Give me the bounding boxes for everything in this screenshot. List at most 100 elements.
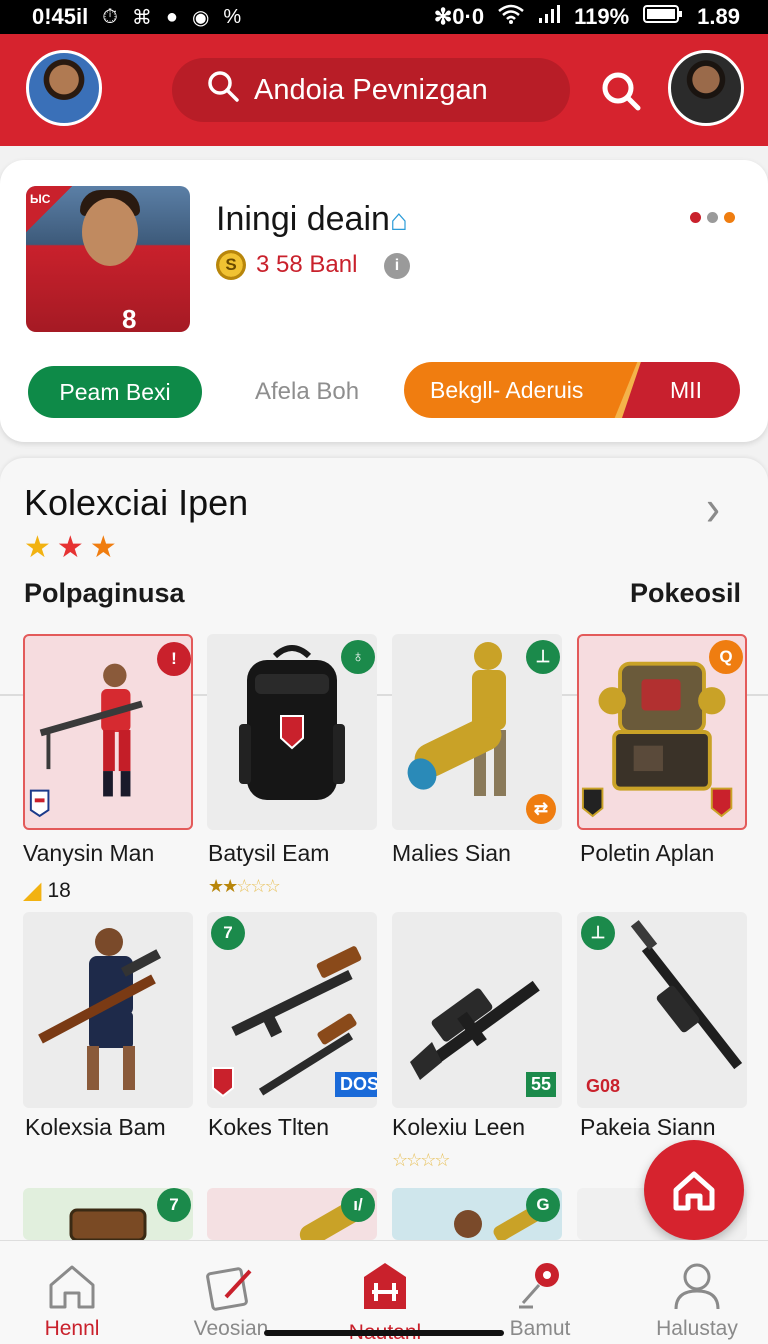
battery-percent: 119% [574,4,630,29]
nav-item-home[interactable]: Hennl [22,1241,122,1344]
item-name: Kolexiu Leen [392,1114,525,1140]
star-icon: ★ [24,531,51,564]
nav-label: Veosian [193,1317,269,1340]
item-name: Kolexsia Bam [25,1114,166,1140]
item-name: Batysil Eam [208,840,330,866]
home-icon [673,1171,715,1211]
circle-icon: ● [165,5,178,28]
photo-corner-badge: ЫС [26,186,72,232]
status-right-time: 1.89 [697,4,740,29]
bottom-navigation: Hennl Veosian Nautanl Bamut Halustay [0,1240,768,1344]
nav-item-profile[interactable]: Halustay [642,1241,752,1344]
banana-icon: ◢ [23,877,42,904]
friend-avatar[interactable] [668,50,744,126]
coin-balance-text: 3 58 Banl [256,251,358,278]
item-rating: ☆☆☆☆ [392,1150,451,1170]
item-count: ◢ 18 [23,876,71,905]
search-button-icon[interactable] [598,68,644,114]
swap-icon: ⇄ [526,794,556,824]
profile-card: ЫС 8 Iningi deain⌂ S 3 58 Banl i Peam Be… [0,160,768,442]
item-name: Kokes Tlten [208,1114,330,1140]
nav-label: Hennl [44,1317,100,1340]
item-rating: ★★☆☆☆ [208,876,281,896]
item-name: Vanysin Man [23,840,155,866]
section-label-left: Polpaginusa [24,578,185,608]
nav-label: Bamut [509,1317,571,1340]
item-name: Malies Sian [392,840,511,866]
item-badge: Q [709,640,743,674]
percent-icon: % [223,5,242,28]
rating-stars: ★ ★ ★ [24,530,117,565]
more-options-icon[interactable] [690,212,735,223]
item-tag: 55 [526,1072,557,1097]
pin-icon [519,1263,559,1309]
coin-icon: S [216,250,246,280]
item-card[interactable]: Q [577,634,747,830]
nav-label: Halustay [656,1317,738,1340]
user-avatar[interactable] [26,50,102,126]
item-card[interactable]: ! [23,634,193,830]
home-badge-icon: ⌂ [389,204,409,237]
item-card[interactable]: 7 [23,1188,193,1240]
item-badge: ! [157,642,191,676]
item-badge: 7 [157,1188,191,1222]
item-badge: 7 [211,916,245,950]
home-fab-button[interactable] [644,1140,744,1240]
gunner-figure-image [38,928,162,1090]
item-card[interactable] [23,912,193,1108]
shop-icon [364,1263,406,1309]
star-icon: ★ [56,531,84,564]
red-action-button[interactable]: MII [622,362,740,418]
item-name: Pakeia Siann [580,1114,716,1140]
item-badge: ı/ [341,1188,375,1222]
status-time: 0!45il [32,4,89,29]
chevron-right-icon[interactable]: › [706,479,720,537]
item-badge: ⊥ [526,640,560,674]
item-tag: G08 [586,1076,621,1096]
item-card[interactable]: 7 DOS [207,912,377,1108]
item-name: Poletin Aplan [580,840,715,866]
coin-balance: S 3 58 Banl [216,250,357,280]
jersey-number: 8 [122,304,137,332]
item-badge: G [526,1188,560,1222]
item-badge: ⊥ [581,916,615,950]
item-card[interactable]: 55 [392,912,562,1108]
item-card[interactable]: G [392,1188,562,1240]
team-button[interactable]: Peam Bexi [28,366,202,418]
item-card[interactable]: ⊥ ⇄ [392,634,562,830]
player-name: Iningi deain⌂ [216,200,408,239]
nav-item-map[interactable]: Bamut [490,1241,590,1344]
collection-title: Kolexciai Ipen [24,482,249,523]
wifi-icon [498,4,524,30]
player-photo[interactable]: ЫС 8 [26,186,190,332]
signal-icon [538,4,561,30]
search-bar[interactable]: Andoia Pevnizgan [172,58,570,122]
home-icon [49,1265,95,1309]
app-header: Andoia Pevnizgan [0,34,768,146]
item-badge: ♁ [341,640,375,674]
nfc-icon: ⌘ [131,6,152,29]
compass-icon: ◉ [191,6,210,29]
orange-action-button[interactable]: Bekgll- Aderuis [404,362,648,418]
status-indicators: ✻0·0 [433,4,485,29]
item-card[interactable]: ı/ [207,1188,377,1240]
profile-icon [674,1263,720,1310]
nav-item-shop[interactable]: Nautanl [330,1241,440,1344]
secondary-link[interactable]: Afela Boh [255,378,359,406]
section-label-right[interactable]: Pokeosil [630,578,741,609]
item-count-value: 18 [47,878,71,902]
search-text: Andoia Pevnizgan [254,73,488,106]
timer-icon: ⏱ [102,5,118,28]
player-name-text: Iningi deain [216,200,390,238]
star-icon: ★ [89,531,117,564]
item-tag: DOS [335,1072,377,1097]
item-card[interactable]: ♁ [207,634,377,830]
nav-item-edit[interactable]: Veosian [176,1241,286,1344]
battery-icon [643,4,683,30]
item-card[interactable]: ⊥ G08 [577,912,747,1108]
info-icon[interactable]: i [384,253,410,279]
split-action-button: Bekgll- Aderuis MII [404,362,740,418]
home-indicator [264,1330,504,1336]
search-icon [206,69,240,111]
edit-icon [206,1267,252,1311]
